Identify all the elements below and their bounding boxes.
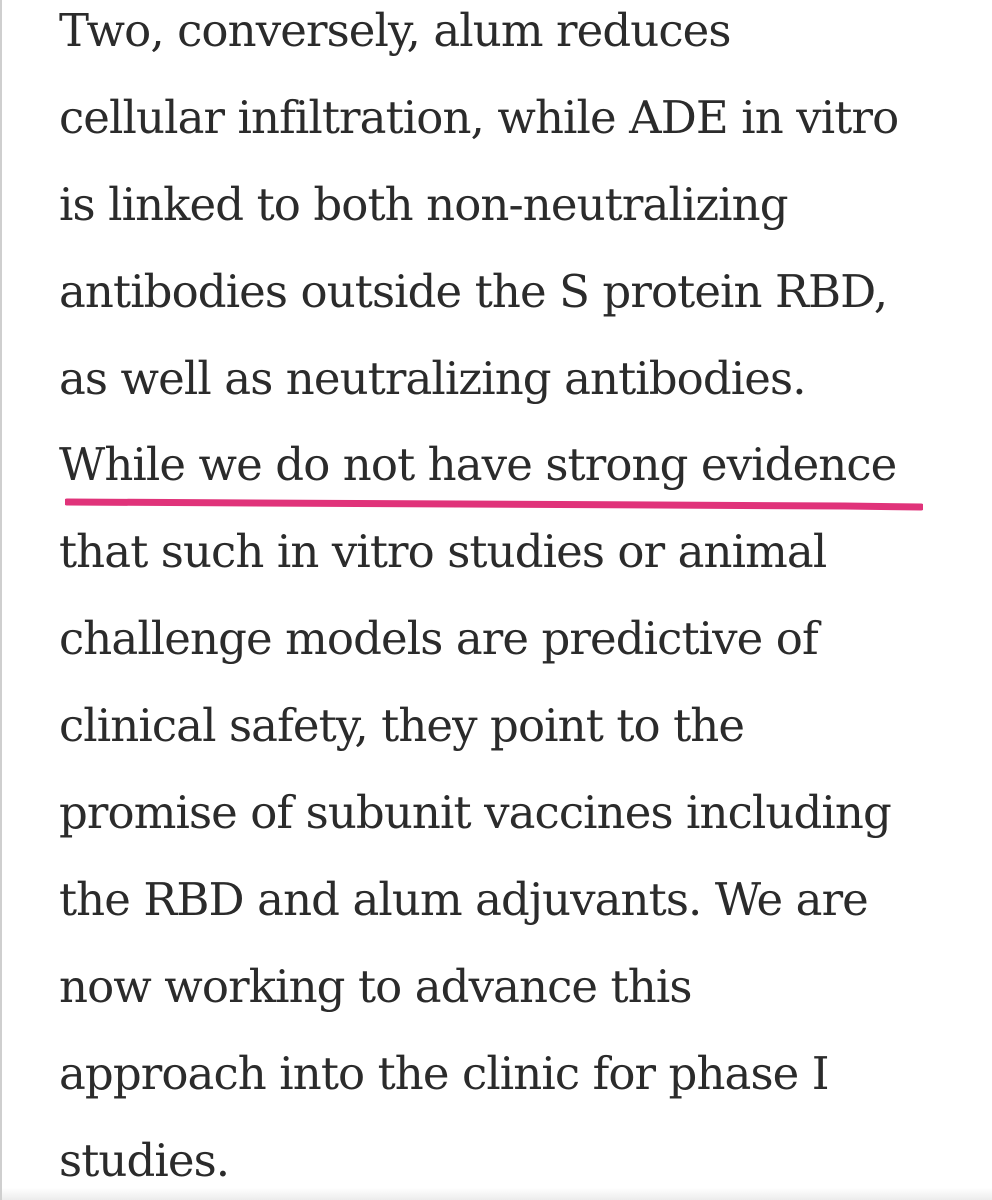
paragraph-line-4: antibodies outside the S protein RBD, — [59, 265, 888, 318]
paragraph-line-10: promise of subunit vaccines including — [59, 786, 892, 839]
paragraph-line-3: is linked to both non-neutralizing — [59, 178, 789, 231]
paragraph-line-5: as well as neutralizing antibodies. — [59, 352, 807, 405]
paragraph-line-2: cellular infiltration, while ADE in vitr… — [59, 91, 899, 144]
bottom-edge-shadow — [2, 1188, 992, 1200]
highlighted-sentence-line: While we do not have strong evidence — [59, 438, 897, 491]
paragraph-line-8: challenge models are predictive of — [59, 612, 819, 665]
paragraph-line-9: clinical safety, they point to the — [59, 699, 745, 752]
paragraph-line-12: now working to advance this — [59, 960, 692, 1013]
paragraph-line-13: approach into the clinic for phase I — [59, 1047, 830, 1100]
paragraph-line-14: studies. — [59, 1134, 230, 1187]
paragraph-line-11: the RBD and alum adjuvants. We are — [59, 873, 869, 926]
paragraph-line-1: Two, conversely, alum reduces — [59, 4, 731, 57]
paragraph-line-7: that such in vitro studies or animal — [59, 525, 827, 578]
screenshot-page: Two, conversely, alum reduces cellular i… — [0, 0, 992, 1200]
pink-underline-highlight — [65, 494, 923, 514]
